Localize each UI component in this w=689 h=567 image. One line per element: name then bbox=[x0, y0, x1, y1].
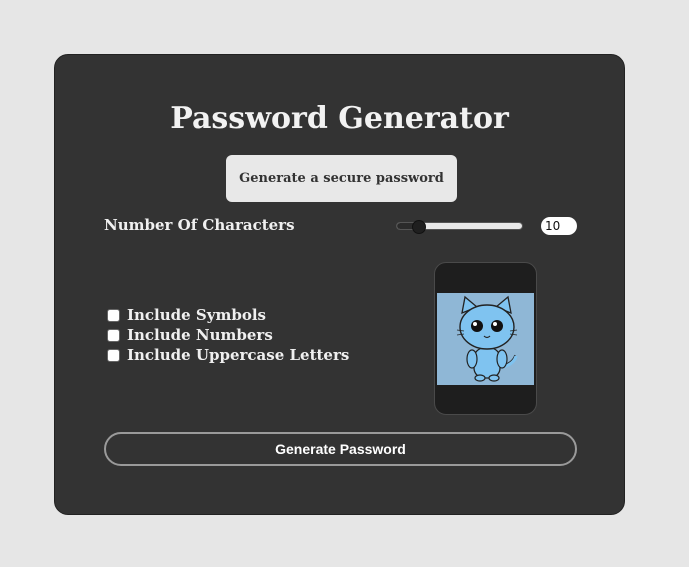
option-label: Include Uppercase Letters bbox=[127, 346, 350, 364]
phone-illustration bbox=[434, 262, 537, 415]
subtitle-banner: Generate a secure password bbox=[226, 155, 457, 202]
option-symbols[interactable]: Include Symbols bbox=[107, 305, 349, 325]
uppercase-checkbox[interactable] bbox=[107, 348, 120, 362]
numbers-checkbox[interactable] bbox=[107, 328, 120, 342]
option-numbers[interactable]: Include Numbers bbox=[107, 325, 349, 345]
length-slider[interactable] bbox=[396, 220, 523, 234]
cat-icon bbox=[456, 295, 518, 382]
symbols-checkbox[interactable] bbox=[107, 308, 120, 322]
password-generator-card: Password Generator Generate a secure pas… bbox=[54, 54, 625, 515]
length-label: Number Of Characters bbox=[104, 216, 295, 234]
generate-password-button[interactable]: Generate Password bbox=[104, 432, 577, 466]
option-label: Include Numbers bbox=[127, 326, 273, 344]
option-label: Include Symbols bbox=[127, 306, 266, 324]
phone-screen bbox=[437, 293, 534, 385]
option-uppercase[interactable]: Include Uppercase Letters bbox=[107, 345, 349, 365]
options-list: Include Symbols Include Numbers Include … bbox=[107, 305, 349, 365]
length-slider-thumb[interactable] bbox=[411, 220, 426, 234]
page-title: Password Generator bbox=[170, 101, 509, 136]
length-input[interactable] bbox=[541, 217, 577, 235]
